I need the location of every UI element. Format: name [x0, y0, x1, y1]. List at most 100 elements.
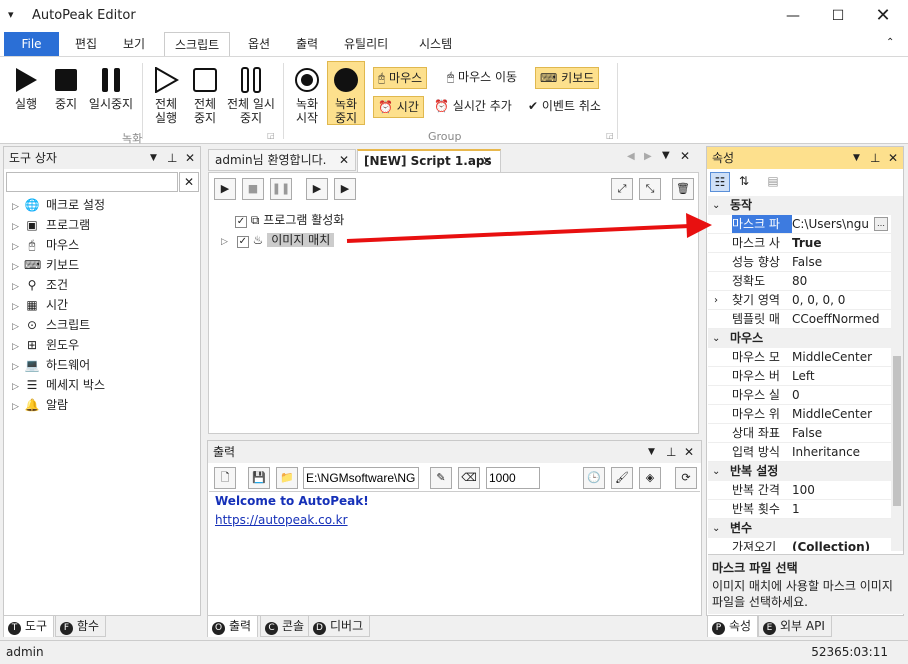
tab-utility[interactable]: 유틸리티	[334, 32, 398, 58]
scrollbar-thumb[interactable]	[893, 356, 901, 506]
tab-script[interactable]: 스크립트	[164, 32, 231, 58]
property-row[interactable]: 마스크 사 True	[708, 234, 891, 253]
tab-functions[interactable]: F 함수	[55, 615, 107, 637]
tree-item-alarm[interactable]: ▷ 🔔 알람	[12, 395, 197, 415]
dialog-launcher-icon[interactable]: ◲	[267, 131, 275, 140]
close-icon[interactable]: ✕	[888, 147, 898, 169]
collapse-all-button[interactable]: ⤡	[639, 178, 661, 200]
scroll-left-icon[interactable]: ◀	[627, 151, 635, 162]
tree-item-time[interactable]: ▷ ▦ 시간	[12, 295, 197, 315]
keyboard-toggle[interactable]: ⌨ 키보드	[535, 67, 600, 89]
refresh-button[interactable]: ⟳	[675, 467, 697, 489]
collapse-ribbon-icon[interactable]: ⌃	[886, 37, 894, 48]
minimize-icon[interactable]: —	[770, 0, 816, 32]
open-folder-button[interactable]: 📁	[276, 467, 298, 489]
property-row[interactable]: 마우스 버 Left	[708, 367, 891, 386]
property-row[interactable]: 마우스 위 MiddleCenter	[708, 405, 891, 424]
dropdown-icon[interactable]: ▼	[853, 147, 860, 169]
property-row[interactable]: 반복 간격 100	[708, 481, 891, 500]
pin-icon[interactable]: ⊥	[666, 441, 676, 463]
tab-system[interactable]: 시스템	[409, 32, 462, 58]
tab-tools[interactable]: T 도구	[3, 615, 55, 637]
property-category[interactable]: ⌄ 마우스	[708, 329, 891, 348]
line-limit-stepper[interactable]	[486, 467, 540, 489]
property-row[interactable]: 반복 횟수 1	[708, 500, 891, 519]
scroll-right-icon[interactable]: ▶	[644, 151, 652, 162]
tree-item-window[interactable]: ▷ ⊞ 윈도우	[12, 335, 197, 355]
stop-button[interactable]: ■	[242, 178, 264, 200]
record-start-button[interactable]: 녹화 시작	[290, 67, 324, 125]
property-row[interactable]: 마우스 실0	[708, 386, 891, 405]
property-pages-icon[interactable]: ▤	[763, 172, 783, 192]
tree-item-macro-settings[interactable]: ▷ 🌐 매크로 설정	[12, 195, 197, 215]
sort-alpha-icon[interactable]: ⇅	[734, 172, 754, 192]
tab-file[interactable]: File	[4, 32, 59, 56]
tab-list-icon[interactable]: ▼	[662, 150, 670, 161]
maximize-icon[interactable]: ☐	[815, 0, 861, 32]
save-button[interactable]: 💾	[248, 467, 270, 489]
run-button[interactable]: 실행	[8, 67, 44, 111]
record-stop-button[interactable]: 녹화 중지	[327, 61, 365, 125]
script-item-image-match[interactable]: ▷ ✓ ♨ 이미지 매치	[221, 231, 335, 249]
dropdown-icon[interactable]: ▼	[648, 441, 655, 463]
tree-item-message-box[interactable]: ▷ ☰ 메세지 박스	[12, 375, 197, 395]
tree-item-program[interactable]: ▷ ▣ 프로그램	[12, 215, 197, 235]
fill-button[interactable]: ◈	[639, 467, 661, 489]
toolbox-search-input[interactable]	[6, 172, 178, 192]
property-category[interactable]: ⌄ 동작	[708, 196, 891, 215]
time-toggle[interactable]: ⏰ 시간	[373, 96, 424, 118]
clear-search-icon[interactable]: ✕	[179, 172, 199, 192]
tab-properties[interactable]: P 속성	[707, 615, 759, 637]
close-icon[interactable]: ✕	[684, 441, 694, 463]
clock-button[interactable]: 🕒	[583, 467, 605, 489]
property-row[interactable]: 마스크 파 C:\Users\ngu…	[708, 215, 891, 234]
property-row[interactable]: 상대 좌표 False	[708, 424, 891, 443]
play-button[interactable]: ▶	[214, 178, 236, 200]
close-icon[interactable]: ✕	[860, 0, 906, 32]
tab-view[interactable]: 보기	[113, 32, 155, 58]
close-icon[interactable]: ✕	[680, 149, 690, 163]
eraser-button[interactable]: ⌫	[458, 467, 480, 489]
tab-options[interactable]: 옵션	[238, 32, 280, 58]
tab-output[interactable]: 출력	[286, 32, 328, 58]
output-path-input[interactable]	[303, 467, 419, 489]
pause-button[interactable]: ❚❚	[270, 178, 292, 200]
doc-tab-script[interactable]: [NEW] Script 1.aps ✕	[357, 149, 501, 172]
doc-tab-welcome[interactable]: admin님 환영합니다. ✕	[208, 149, 356, 171]
mouse-move-toggle[interactable]: 🖱 마우스 이동	[443, 67, 521, 89]
step-button[interactable]: ▶	[306, 178, 328, 200]
dialog-launcher-icon[interactable]: ◲	[606, 131, 614, 140]
property-scrollbar[interactable]	[891, 196, 903, 551]
categorized-icon[interactable]: ☷	[710, 172, 730, 192]
realtime-add-toggle[interactable]: ⏰ 실시간 추가	[430, 96, 516, 118]
tree-item-hardware[interactable]: ▷ 💻 하드웨어	[12, 355, 197, 375]
run-all-button[interactable]: 전체 실행	[149, 67, 183, 125]
script-item-program-activate[interactable]: ✓ ⧉ 프로그램 활성화	[235, 211, 344, 229]
system-menu-icon[interactable]: ▾	[8, 8, 14, 21]
stop-button[interactable]: 중지	[48, 67, 84, 111]
expand-all-button[interactable]: ⤢	[611, 178, 633, 200]
property-row[interactable]: 입력 방식 Inheritance	[708, 443, 891, 462]
tab-edit[interactable]: 편집	[65, 32, 107, 58]
pause-button[interactable]: 일시중지	[86, 67, 136, 111]
tree-item-script[interactable]: ▷ ⊙ 스크립트	[12, 315, 197, 335]
run-to-button[interactable]: ▶	[334, 178, 356, 200]
property-row[interactable]: 마우스 모 MiddleCenter	[708, 348, 891, 367]
pin-icon[interactable]: ⊥	[167, 147, 177, 169]
tab-debug[interactable]: D 디버그	[308, 615, 371, 637]
tab-external-api[interactable]: E 외부 API	[758, 615, 832, 637]
property-category[interactable]: ⌄ 변수	[708, 519, 891, 538]
pause-all-button[interactable]: 전체 일시중지	[226, 67, 276, 125]
property-row[interactable]: › 찾기 영역 0, 0, 0, 0	[708, 291, 891, 310]
tab-output[interactable]: O 출력	[207, 615, 259, 637]
delete-button[interactable]: 🗑	[672, 178, 694, 200]
close-icon[interactable]: ✕	[185, 147, 195, 169]
property-row[interactable]: 템플릿 매 CCoeffNormed	[708, 310, 891, 329]
dropdown-icon[interactable]: ▼	[150, 147, 157, 169]
tree-item-keyboard[interactable]: ▷ ⌨ 키보드	[12, 255, 197, 275]
close-icon[interactable]: ✕	[339, 150, 349, 170]
event-cancel-toggle[interactable]: ✔ 이벤트 취소	[524, 96, 605, 118]
mouse-record-toggle[interactable]: 🖰 마우스	[373, 67, 428, 89]
tab-console[interactable]: C 콘솔	[260, 615, 312, 637]
tree-item-condition[interactable]: ▷ ⚲ 조건	[12, 275, 197, 295]
